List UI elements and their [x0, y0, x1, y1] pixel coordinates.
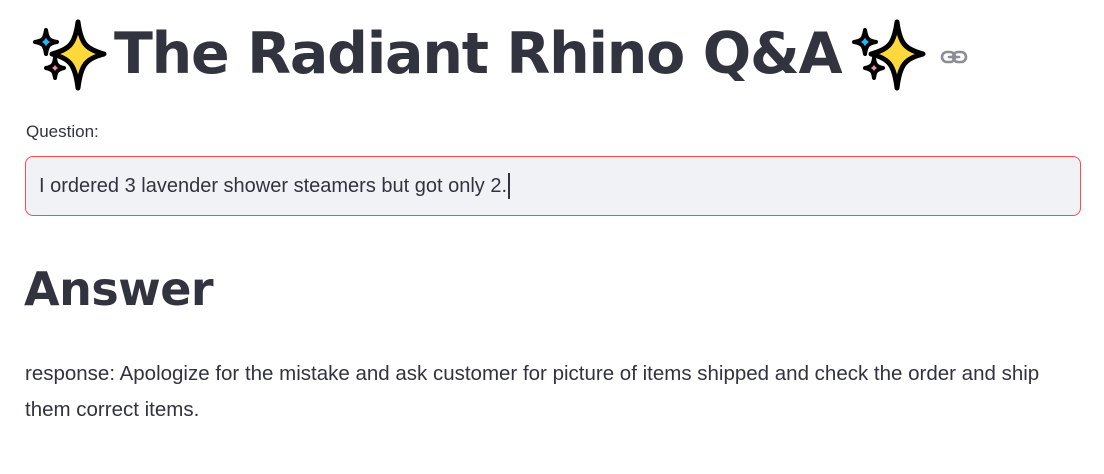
- text-caret: [508, 173, 510, 199]
- question-label: Question:: [26, 122, 99, 141]
- question-input-value[interactable]: I ordered 3 lavender shower steamers but…: [39, 175, 507, 198]
- page-title: The Radiant Rhino Q&A: [114, 21, 843, 87]
- sparkles-icon: [847, 14, 927, 94]
- sparkles-icon: [28, 14, 108, 94]
- answer-response: response: Apologize for the mistake and …: [25, 362, 1040, 421]
- link-icon[interactable]: [939, 42, 969, 72]
- app-page: The Radiant Rhino Q&A Question: I ordere…: [0, 0, 1104, 474]
- answer-heading: Answer: [24, 262, 214, 316]
- question-input[interactable]: I ordered 3 lavender shower steamers but…: [25, 156, 1081, 216]
- title-row: The Radiant Rhino Q&A: [28, 12, 969, 96]
